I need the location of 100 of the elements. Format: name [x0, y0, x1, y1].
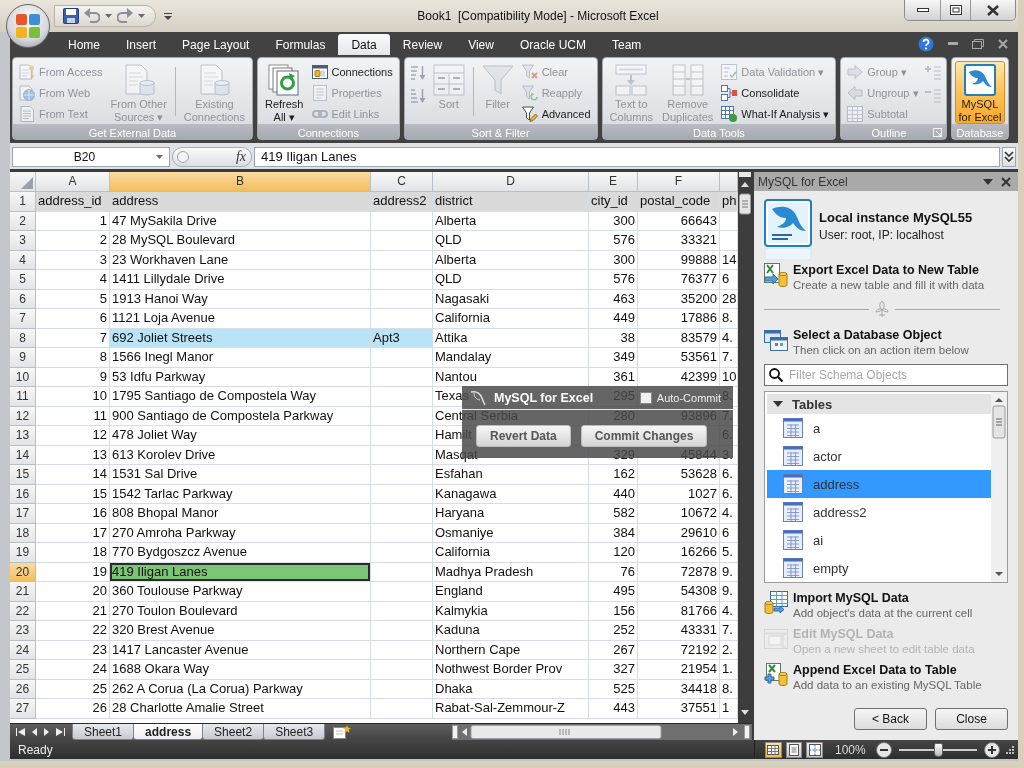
tree-item[interactable]: ai	[767, 526, 991, 554]
row-header[interactable]: 13	[10, 426, 36, 446]
row-header[interactable]: 16	[10, 484, 36, 504]
ribbon-button[interactable]: Refresh All ▾	[260, 61, 308, 124]
row-header[interactable]: 25	[10, 660, 36, 680]
next-sheet-icon[interactable]	[44, 728, 49, 736]
sheet-tab[interactable]: Sheet1	[72, 724, 135, 740]
zoom-out-icon[interactable]	[875, 741, 892, 758]
row-header[interactable]: 21	[10, 582, 36, 602]
tree-item[interactable]: a	[767, 414, 991, 442]
tree-group-header[interactable]: Tables	[767, 394, 991, 414]
sheet-tab[interactable]: Sheet2	[202, 724, 265, 740]
tree-item[interactable]: actor	[767, 442, 991, 470]
previous-sheet-icon[interactable]	[32, 728, 37, 736]
customize-icon[interactable]	[164, 12, 172, 20]
row-header[interactable]: 15	[10, 465, 36, 485]
row-header[interactable]: 5	[10, 270, 36, 290]
row-header[interactable]: 19	[10, 543, 36, 563]
formula-field[interactable]: 419 Iligan Lanes	[254, 146, 1000, 167]
column-header[interactable]: B	[110, 172, 371, 192]
row-header[interactable]: 23	[10, 621, 36, 641]
row-header[interactable]: 22	[10, 601, 36, 621]
row-header[interactable]: 11	[10, 387, 36, 407]
row-header[interactable]: 18	[10, 523, 36, 543]
redo-icon[interactable]	[117, 8, 133, 24]
row-header[interactable]: 7	[10, 309, 36, 329]
close-icon[interactable]	[1001, 176, 1011, 187]
slider-thumb[interactable]	[933, 742, 943, 757]
resize-grip-icon[interactable]	[1004, 744, 1014, 755]
dialog-button[interactable]: Close	[935, 708, 1008, 730]
ribbon-tab[interactable]: Formulas	[262, 34, 339, 55]
ribbon-tab[interactable]: Oracle UCM	[506, 34, 599, 55]
ribbon-button[interactable]: Advanced	[518, 104, 594, 124]
ribbon-tab[interactable]: Insert	[113, 34, 170, 55]
row-header[interactable]: 26	[10, 679, 36, 699]
ribbon-button[interactable]: What-If Analysis ▾	[718, 104, 833, 124]
row-header[interactable]: 24	[10, 640, 36, 660]
expand-button[interactable]	[1002, 146, 1016, 167]
action-link[interactable]: Import MySQL Data	[793, 591, 909, 606]
action-link[interactable]: Append Excel Data to Table	[793, 663, 957, 678]
tree-item[interactable]: address	[767, 470, 991, 498]
toolbar-button[interactable]: Revert Data	[476, 425, 571, 447]
row-header[interactable]: 20	[10, 562, 36, 582]
row-header[interactable]: 8	[10, 328, 36, 348]
filter-field[interactable]: Filter Schema Objects	[764, 364, 1008, 386]
checkbox[interactable]	[639, 391, 652, 404]
vertical-scrollbar[interactable]	[738, 172, 752, 723]
action-link[interactable]: Export Excel Data to New Table	[793, 263, 979, 278]
ribbon-tab[interactable]: Page Layout	[169, 34, 263, 55]
ribbon-tab[interactable]: View	[455, 34, 507, 55]
view-button[interactable]	[806, 741, 823, 758]
row-header[interactable]: 3	[10, 231, 36, 251]
close-icon[interactable]	[998, 38, 1008, 49]
save-icon[interactable]	[63, 8, 79, 24]
tree-item[interactable]: address2	[767, 498, 991, 526]
dialog-button[interactable]: < Back	[854, 708, 927, 730]
horizontal-scrollbar[interactable]	[452, 724, 752, 740]
vertical-scrollbar[interactable]	[991, 392, 1007, 582]
restore-icon[interactable]	[972, 38, 984, 49]
undo-icon[interactable]	[84, 8, 100, 24]
help-icon[interactable]	[918, 35, 934, 52]
view-button[interactable]	[765, 741, 782, 758]
caret-icon[interactable]	[105, 14, 112, 18]
column-header[interactable]: F	[638, 172, 720, 192]
ribbon-tab[interactable]: Team	[598, 34, 655, 55]
column-header[interactable]: A	[36, 172, 110, 192]
ribbon-tab[interactable]: Review	[389, 34, 456, 55]
zoom-level[interactable]: 100%	[835, 742, 866, 757]
ribbon-button[interactable]: MySQL for Excel	[954, 61, 1006, 124]
tree-item[interactable]: empty	[767, 554, 991, 582]
toolbar-button[interactable]: Commit Changes	[580, 425, 708, 447]
view-button[interactable]	[785, 741, 803, 758]
close-button[interactable]	[971, 0, 1015, 20]
row-header[interactable]: 12	[10, 406, 36, 426]
sheet-tab[interactable]: address	[133, 724, 204, 740]
row-header[interactable]: 10	[10, 367, 36, 387]
ribbon-button[interactable]: Connections	[308, 62, 396, 82]
insert-function-button[interactable]: fx	[233, 148, 248, 165]
sheet-tab[interactable]: Sheet3	[263, 724, 326, 740]
ribbon-tab[interactable]: Data	[338, 34, 390, 55]
row-header[interactable]: 2	[10, 211, 36, 231]
column-header[interactable]: E	[589, 172, 638, 192]
maximize-button[interactable]	[941, 0, 971, 20]
ribbon-button[interactable]: Consolidate	[718, 83, 833, 103]
ribbon-tab[interactable]: Home	[55, 34, 113, 55]
minimize-button[interactable]	[905, 0, 941, 20]
column-header[interactable]: D	[433, 172, 589, 192]
checkbox-label[interactable]: Auto-Commit	[656, 391, 721, 404]
new-sheet-icon[interactable]	[333, 725, 352, 739]
caret-icon[interactable]	[138, 14, 145, 18]
row-header[interactable]: 14	[10, 445, 36, 465]
zoom-in-icon[interactable]	[984, 741, 1000, 758]
row-header[interactable]: 9	[10, 348, 36, 368]
row-header[interactable]: 4	[10, 250, 36, 270]
row-header[interactable]: 17	[10, 504, 36, 524]
first-sheet-icon[interactable]	[16, 728, 25, 736]
row-header[interactable]: 6	[10, 289, 36, 309]
name-box[interactable]: B20	[12, 146, 170, 167]
column-header[interactable]: C	[371, 172, 433, 192]
row-header[interactable]: 1	[10, 192, 36, 212]
